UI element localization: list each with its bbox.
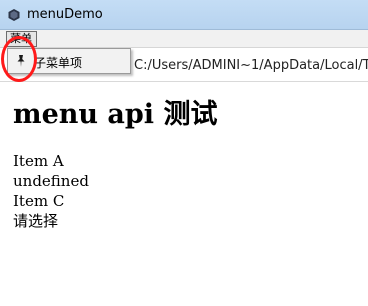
window-titlebar[interactable]: menuDemo (0, 0, 368, 30)
page-heading: menu api 测试 (13, 99, 218, 130)
list-item: Item C (13, 192, 65, 210)
app-hexagon-icon (8, 9, 20, 21)
window-title: menuDemo (27, 7, 103, 22)
menubar: 菜单 (0, 30, 368, 48)
list-item: undefined (13, 172, 89, 190)
address-path: C:/Users/ADMINI~1/AppData/Local/Ter (134, 58, 368, 73)
list-item: 请选择 (13, 212, 59, 230)
item-list: Item A undefined Item C 请选择 (13, 151, 89, 231)
annotation-circle (1, 36, 37, 82)
submenu-item-label[interactable]: 子菜单项 (34, 54, 82, 71)
list-item: Item A (13, 152, 64, 170)
